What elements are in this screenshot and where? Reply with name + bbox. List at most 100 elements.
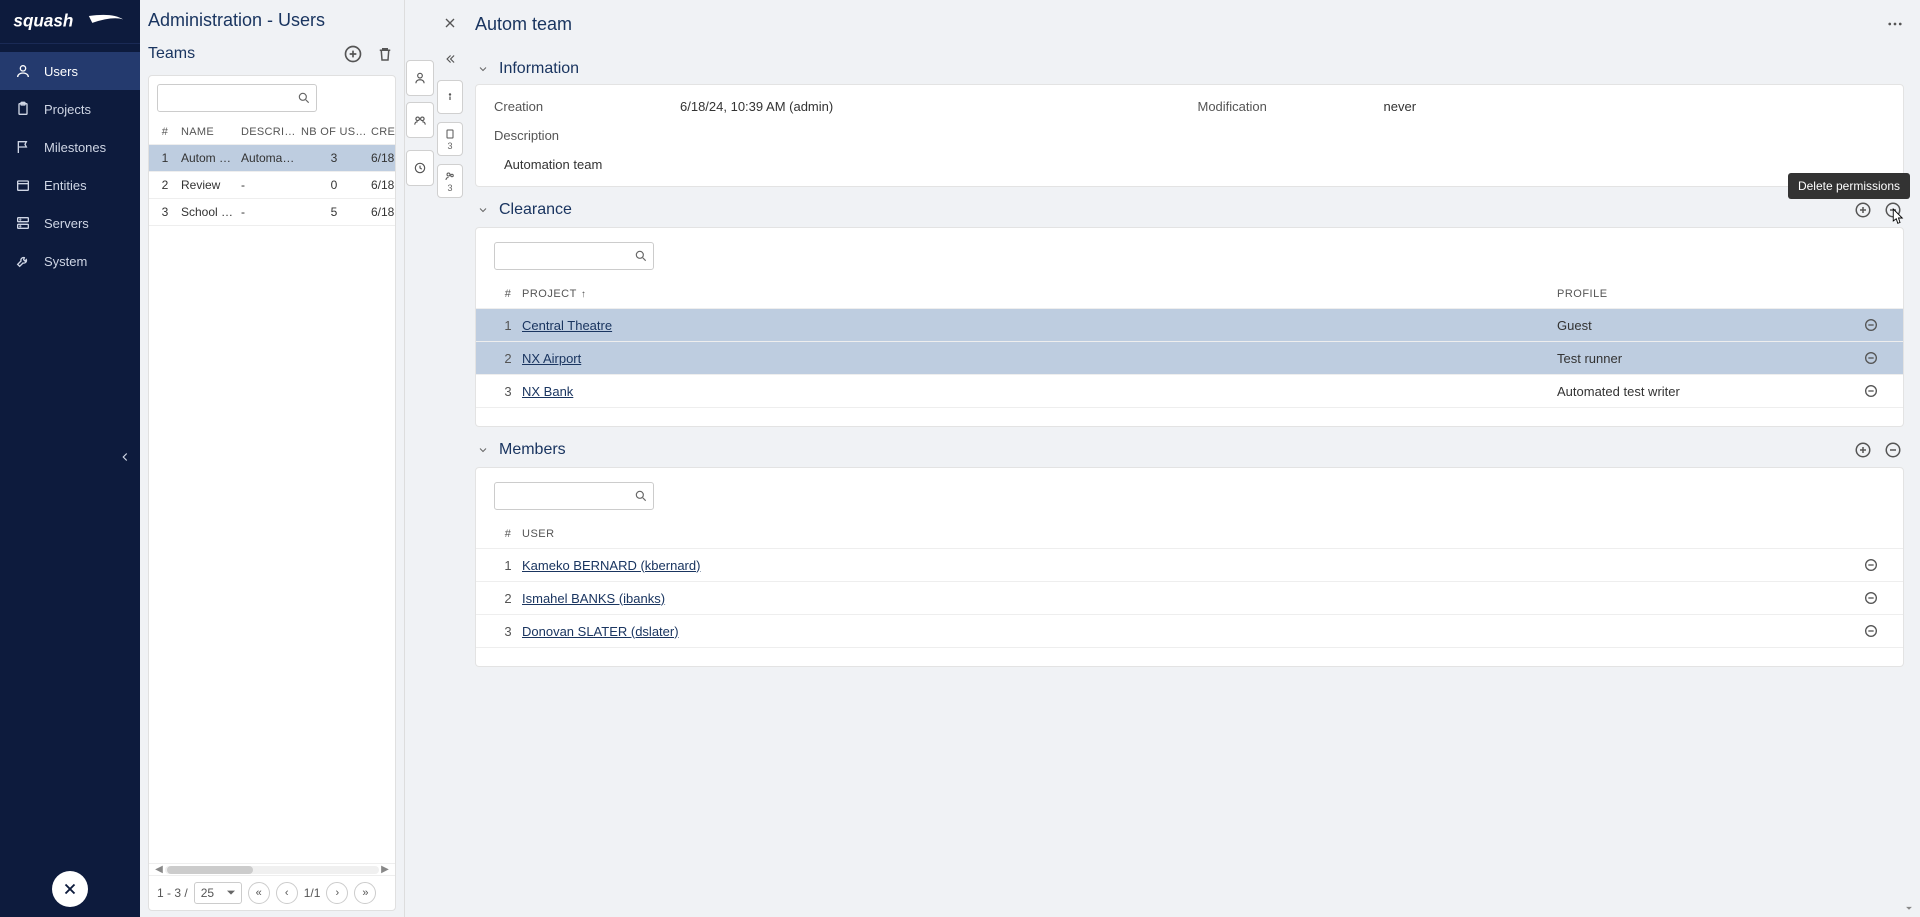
members-search-input[interactable] [494, 482, 654, 510]
svg-text:squash: squash [13, 10, 73, 30]
clearance-row[interactable]: 3 NX Bank Automated test writer [476, 375, 1903, 408]
chevron-down-icon[interactable] [475, 204, 491, 216]
user-link[interactable]: Donovan SLATER (dslater) [522, 624, 679, 639]
project-link[interactable]: NX Bank [522, 384, 573, 399]
remove-row-button[interactable] [1857, 350, 1885, 366]
clearance-row[interactable]: 2 NX Airport Test runner [476, 342, 1903, 375]
creation-value: 6/18/24, 10:39 AM (admin) [680, 99, 1182, 114]
clipboard-icon [14, 100, 32, 118]
teams-search-input[interactable] [157, 84, 317, 112]
col-name[interactable]: NAME [181, 126, 241, 138]
page-size-select[interactable]: 25 [194, 882, 242, 904]
close-admin-button[interactable] [52, 871, 88, 907]
delete-clearance-button[interactable] [1882, 199, 1904, 221]
pagination: 1 - 3 / 25 « ‹ 1/1 › » [149, 875, 395, 910]
col-num[interactable]: # [494, 528, 522, 540]
delete-team-button[interactable] [374, 43, 396, 65]
collapse-nav-button[interactable] [0, 442, 140, 472]
detail-panel: Autom team Information Creation 6/18/24,… [465, 0, 1920, 917]
prev-page-button[interactable]: ‹ [276, 882, 298, 904]
brand-logo: squash [0, 0, 140, 44]
box-icon [14, 176, 32, 194]
teams-table: # NAME DESCRIP… NB OF USERS CREAT 1 Auto… [149, 120, 395, 226]
scroll-left-icon[interactable]: ◀ [153, 864, 165, 875]
add-member-button[interactable] [1852, 439, 1874, 461]
scroll-thumb[interactable] [167, 866, 253, 874]
remove-row-button[interactable] [1857, 383, 1885, 399]
nav-label: Users [44, 64, 78, 79]
flag-icon [14, 138, 32, 156]
delete-member-button[interactable] [1882, 439, 1904, 461]
team-row[interactable]: 2 Review - 0 6/18 [149, 172, 395, 199]
remove-row-button[interactable] [1857, 590, 1885, 606]
add-clearance-button[interactable] [1852, 199, 1874, 221]
nav-label: Entities [44, 178, 87, 193]
col-profile[interactable]: PROFILE [1557, 288, 1857, 300]
team-row[interactable]: 3 School … - 5 6/18 [149, 199, 395, 226]
info-tab[interactable] [437, 80, 463, 114]
section-title: Information [499, 60, 579, 78]
clearance-row[interactable]: 1 Central Theatre Guest [476, 309, 1903, 342]
first-page-button[interactable]: « [248, 882, 270, 904]
chevron-down-icon[interactable] [475, 63, 491, 75]
scroll-right-icon[interactable]: ▶ [379, 864, 391, 875]
col-user[interactable]: USER [522, 528, 1857, 540]
creation-label: Creation [494, 99, 664, 114]
user-link[interactable]: Ismahel BANKS (ibanks) [522, 591, 665, 606]
nav-projects[interactable]: Projects [0, 90, 140, 128]
scroll-more-icon[interactable] [1902, 901, 1916, 915]
col-num[interactable]: # [494, 288, 522, 300]
modification-value: never [1384, 99, 1886, 114]
section-title: Clearance [499, 201, 572, 219]
teams-tab[interactable] [406, 102, 434, 138]
users-tab[interactable] [406, 60, 434, 96]
close-detail-button[interactable] [437, 10, 463, 36]
horizontal-scrollbar[interactable]: ◀ ▶ [149, 863, 395, 875]
list-subtitle: Teams [148, 45, 195, 63]
col-users[interactable]: NB OF USERS [301, 126, 371, 138]
page-indicator: 1/1 [304, 886, 321, 900]
nav-label: System [44, 254, 87, 269]
col-num[interactable]: # [153, 126, 181, 138]
nav-users[interactable]: Users [0, 52, 140, 90]
history-tab[interactable] [406, 150, 434, 186]
last-page-button[interactable]: » [354, 882, 376, 904]
clearance-search-input[interactable] [494, 242, 654, 270]
clearance-tab[interactable]: 3 [437, 122, 463, 156]
member-row[interactable]: 3 Donovan SLATER (dslater) [476, 615, 1903, 648]
members-table: # USER 1 Kameko BERNARD (kbernard) [476, 520, 1903, 648]
chevron-down-icon[interactable] [475, 444, 491, 456]
member-row[interactable]: 2 Ismahel BANKS (ibanks) [476, 582, 1903, 615]
information-section: Information Creation 6/18/24, 10:39 AM (… [475, 54, 1904, 187]
project-link[interactable]: Central Theatre [522, 318, 612, 333]
modification-label: Modification [1198, 99, 1368, 114]
nav-servers[interactable]: Servers [0, 204, 140, 242]
col-desc[interactable]: DESCRIP… [241, 126, 301, 138]
remove-row-button[interactable] [1857, 317, 1885, 333]
section-title: Members [499, 441, 566, 459]
col-created[interactable]: CREAT [371, 126, 396, 138]
detail-side-strip: 3 3 [435, 0, 465, 917]
user-icon [14, 62, 32, 80]
members-section: Members [475, 433, 1904, 667]
nav-label: Milestones [44, 140, 106, 155]
nav-system[interactable]: System [0, 242, 140, 280]
description-label: Description [494, 128, 1885, 143]
nav-entities[interactable]: Entities [0, 166, 140, 204]
detail-title: Autom team [475, 14, 572, 35]
user-link[interactable]: Kameko BERNARD (kbernard) [522, 558, 700, 573]
detail-menu-button[interactable] [1886, 15, 1904, 33]
clearance-section: Clearance Delete permissions [475, 193, 1904, 427]
members-tab[interactable]: 3 [437, 164, 463, 198]
remove-row-button[interactable] [1857, 557, 1885, 573]
col-project[interactable]: PROJECT↑ [522, 288, 1557, 300]
collapse-strip-button[interactable] [437, 46, 463, 72]
page-title: Administration - Users [148, 10, 396, 31]
nav-milestones[interactable]: Milestones [0, 128, 140, 166]
remove-row-button[interactable] [1857, 623, 1885, 639]
team-row[interactable]: 1 Autom … Automa… 3 6/18 [149, 145, 395, 172]
add-team-button[interactable] [342, 43, 364, 65]
member-row[interactable]: 1 Kameko BERNARD (kbernard) [476, 549, 1903, 582]
project-link[interactable]: NX Airport [522, 351, 581, 366]
next-page-button[interactable]: › [326, 882, 348, 904]
